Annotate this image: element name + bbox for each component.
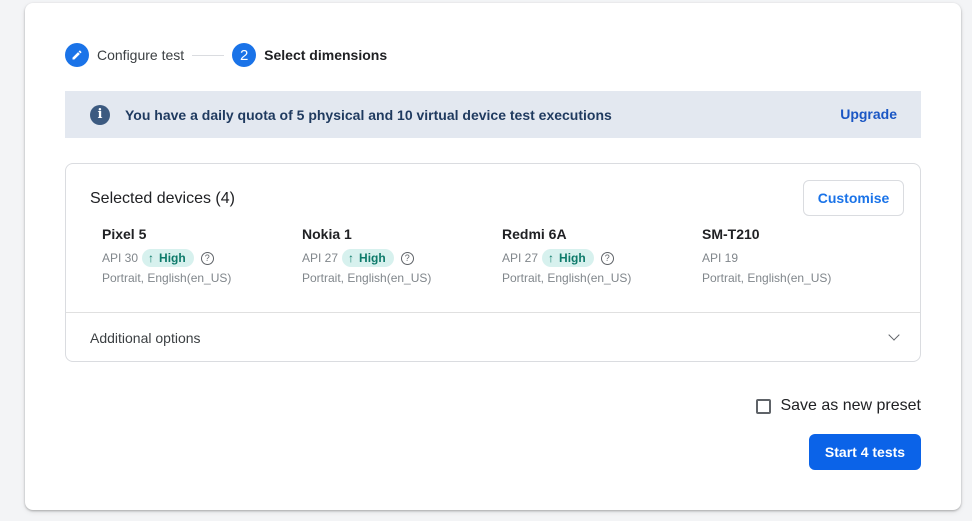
- step-configure-test[interactable]: Configure test: [97, 47, 184, 63]
- device-card: Redmi 6A API 27 ↑ High ? Portrait, Englis…: [502, 226, 692, 285]
- pencil-icon[interactable]: [65, 43, 89, 67]
- device-api: API 19: [702, 251, 739, 265]
- device-card: Nokia 1 API 27 ↑ High ? Portrait, English…: [302, 226, 492, 285]
- selected-devices-panel: Selected devices (4) Customise Pixel 5 A…: [65, 163, 921, 362]
- save-preset-option[interactable]: Save as new preset: [756, 397, 921, 415]
- device-name: Redmi 6A: [502, 226, 567, 242]
- save-preset-checkbox[interactable]: [756, 398, 772, 414]
- device-name: Pixel 5: [102, 226, 147, 242]
- step-number-badge: 2: [232, 43, 257, 67]
- device-api: API 30: [102, 251, 139, 265]
- badge-label: High: [159, 251, 186, 265]
- device-config: Portrait, English(en_US): [502, 271, 632, 285]
- high-badge: ↑ High: [342, 249, 394, 267]
- device-config: Portrait, English(en_US): [102, 271, 232, 285]
- device-name: SM-T210: [702, 226, 760, 242]
- customise-button[interactable]: Customise: [803, 180, 904, 216]
- help-icon[interactable]: ?: [200, 251, 214, 265]
- additional-options-toggle[interactable]: Additional options: [66, 313, 920, 362]
- additional-options-label: Additional options: [90, 329, 201, 346]
- high-badge: ↑ High: [542, 249, 594, 267]
- quota-banner: i You have a daily quota of 5 physical a…: [65, 91, 921, 138]
- badge-label: High: [359, 251, 386, 265]
- chevron-down-icon[interactable]: [888, 329, 900, 341]
- device-card: Pixel 5 API 30 ↑ High ? Portrait, English…: [102, 226, 292, 285]
- help-icon[interactable]: ?: [400, 251, 414, 265]
- quota-message: You have a daily quota of 5 physical and…: [125, 106, 612, 123]
- arrow-up-icon: ↑: [148, 251, 155, 265]
- info-icon: i: [90, 104, 110, 125]
- device-config: Portrait, English(en_US): [702, 271, 832, 285]
- badge-label: High: [559, 251, 586, 265]
- selected-devices-title: Selected devices (4): [90, 190, 235, 207]
- device-config: Portrait, English(en_US): [302, 271, 432, 285]
- test-setup-card: Configure test 2 Select dimensions i You…: [25, 3, 961, 510]
- step-connector: [192, 54, 225, 56]
- high-badge: ↑ High: [142, 249, 194, 267]
- upgrade-link[interactable]: Upgrade: [840, 106, 897, 122]
- device-card: SM-T210 API 19 Portrait, English(en_US): [702, 226, 892, 285]
- device-name: Nokia 1: [302, 226, 352, 242]
- save-preset-label: Save as new preset: [780, 397, 921, 414]
- device-api: API 27: [502, 251, 539, 265]
- step-select-dimensions: Select dimensions: [264, 47, 388, 63]
- arrow-up-icon: ↑: [548, 251, 555, 265]
- arrow-up-icon: ↑: [348, 251, 355, 265]
- device-api: API 27: [302, 251, 339, 265]
- start-tests-button[interactable]: Start 4 tests: [809, 434, 921, 470]
- stepper: Configure test 2 Select dimensions: [65, 43, 387, 67]
- help-icon[interactable]: ?: [600, 251, 614, 265]
